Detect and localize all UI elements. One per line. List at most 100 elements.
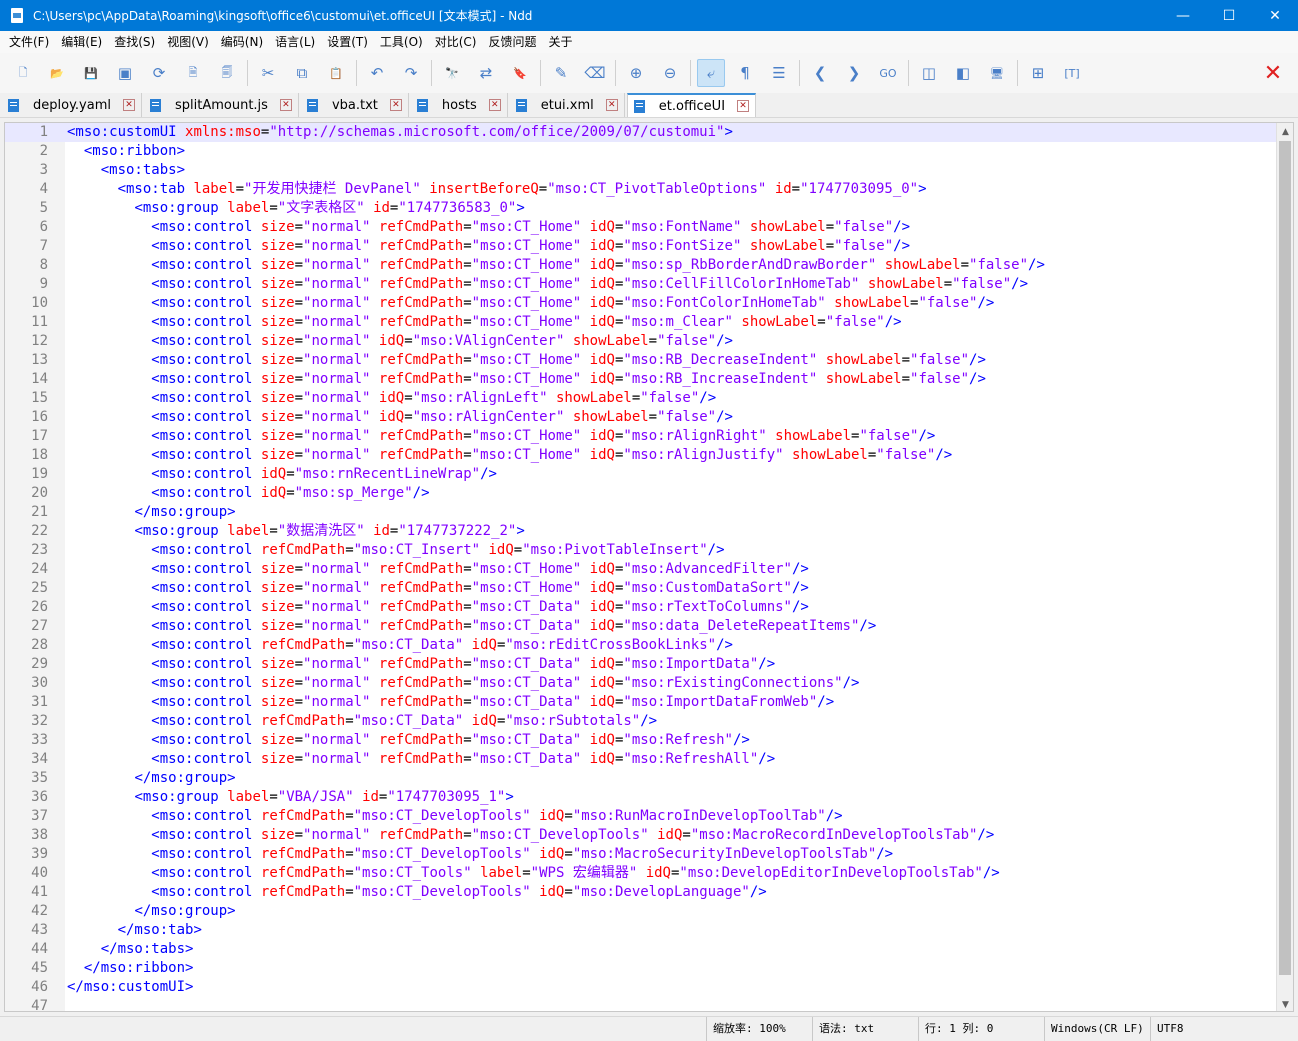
- reload-icon[interactable]: ⟳: [145, 59, 173, 87]
- tree-icon[interactable]: ⊞: [1024, 59, 1052, 87]
- code-line[interactable]: 13 <mso:control size="normal" refCmdPath…: [5, 351, 1277, 370]
- marker-icon[interactable]: ✎: [547, 59, 575, 87]
- save-icon[interactable]: 💾: [77, 59, 105, 87]
- code-line[interactable]: 19 <mso:control idQ="mso:rnRecentLineWra…: [5, 465, 1277, 484]
- redo-icon[interactable]: ↷: [397, 59, 425, 87]
- indent-guide-icon[interactable]: ☰: [765, 59, 793, 87]
- find-icon[interactable]: 🔭: [438, 59, 466, 87]
- menu-item-8[interactable]: 对比(C): [429, 31, 483, 53]
- code-line[interactable]: 5 <mso:group label="文字表格区" id="174773658…: [5, 199, 1277, 218]
- code-line[interactable]: 36 <mso:group label="VBA/JSA" id="174770…: [5, 788, 1277, 807]
- next-icon[interactable]: ❯: [840, 59, 868, 87]
- code-line[interactable]: 15 <mso:control size="normal" idQ="mso:r…: [5, 389, 1277, 408]
- code-line[interactable]: 43 </mso:tab>: [5, 921, 1277, 940]
- code-line[interactable]: 27 <mso:control size="normal" refCmdPath…: [5, 617, 1277, 636]
- menu-item-4[interactable]: 编码(N): [215, 31, 269, 53]
- show-symbols-icon[interactable]: ¶: [731, 59, 759, 87]
- file-tab[interactable]: splitAmount.js ✕: [143, 93, 299, 117]
- code-line[interactable]: 23 <mso:control refCmdPath="mso:CT_Inser…: [5, 541, 1277, 560]
- open-folder-icon[interactable]: 📂: [43, 59, 71, 87]
- menu-item-3[interactable]: 视图(V): [161, 31, 215, 53]
- close-file-icon[interactable]: 🗎: [179, 59, 207, 87]
- code-content[interactable]: 1 <mso:customUI xmlns:mso="http://schemas…: [5, 123, 1277, 1011]
- file-tab[interactable]: etui.xml ✕: [509, 93, 625, 117]
- code-line[interactable]: 37 <mso:control refCmdPath="mso:CT_Devel…: [5, 807, 1277, 826]
- code-line[interactable]: 45 </mso:ribbon>: [5, 959, 1277, 978]
- code-line[interactable]: 10 <mso:control size="normal" refCmdPath…: [5, 294, 1277, 313]
- code-line[interactable]: 3 <mso:tabs>: [5, 161, 1277, 180]
- code-line[interactable]: 33 <mso:control size="normal" refCmdPath…: [5, 731, 1277, 750]
- file-tab[interactable]: vba.txt ✕: [300, 93, 409, 117]
- code-line[interactable]: 1 <mso:customUI xmlns:mso="http://schemas…: [5, 123, 1277, 142]
- code-line[interactable]: 25 <mso:control size="normal" refCmdPath…: [5, 579, 1277, 598]
- code-line[interactable]: 31 <mso:control size="normal" refCmdPath…: [5, 693, 1277, 712]
- code-line[interactable]: 38 <mso:control size="normal" refCmdPath…: [5, 826, 1277, 845]
- clear-mark-icon[interactable]: ⌫: [581, 59, 609, 87]
- code-editor[interactable]: 1 <mso:customUI xmlns:mso="http://schemas…: [4, 122, 1294, 1012]
- menu-item-7[interactable]: 工具(O): [374, 31, 429, 53]
- menu-item-0[interactable]: 文件(F): [3, 31, 55, 53]
- tab-close-icon[interactable]: ✕: [605, 99, 618, 111]
- menu-item-9[interactable]: 反馈问题: [482, 31, 542, 53]
- code-line[interactable]: 7 <mso:control size="normal" refCmdPath=…: [5, 237, 1277, 256]
- code-line[interactable]: 26 <mso:control size="normal" refCmdPath…: [5, 598, 1277, 617]
- code-line[interactable]: 9 <mso:control size="normal" refCmdPath=…: [5, 275, 1277, 294]
- code-line[interactable]: 29 <mso:control size="normal" refCmdPath…: [5, 655, 1277, 674]
- code-line[interactable]: 20 <mso:control idQ="mso:sp_Merge"/>: [5, 484, 1277, 503]
- code-line[interactable]: 44 </mso:tabs>: [5, 940, 1277, 959]
- close-window-button[interactable]: ✕: [1252, 0, 1298, 31]
- code-line[interactable]: 40 <mso:control refCmdPath="mso:CT_Tools…: [5, 864, 1277, 883]
- split-view-icon[interactable]: ◧: [949, 59, 977, 87]
- menu-item-5[interactable]: 语言(L): [269, 31, 321, 53]
- prev-icon[interactable]: ❮: [806, 59, 834, 87]
- code-line[interactable]: 24 <mso:control size="normal" refCmdPath…: [5, 560, 1277, 579]
- code-line[interactable]: 11 <mso:control size="normal" refCmdPath…: [5, 313, 1277, 332]
- file-tab[interactable]: deploy.yaml ✕: [2, 93, 142, 117]
- file-tab[interactable]: hosts ✕: [410, 93, 508, 117]
- close-all-icon[interactable]: 🗐: [213, 59, 241, 87]
- code-line[interactable]: 18 <mso:control size="normal" refCmdPath…: [5, 446, 1277, 465]
- text-mode-icon[interactable]: [T]: [1058, 59, 1086, 87]
- code-line[interactable]: 34 <mso:control size="normal" refCmdPath…: [5, 750, 1277, 769]
- code-line[interactable]: 16 <mso:control size="normal" idQ="mso:r…: [5, 408, 1277, 427]
- tab-close-icon[interactable]: ✕: [737, 100, 750, 112]
- menu-item-1[interactable]: 编辑(E): [55, 31, 108, 53]
- new-file-icon[interactable]: 🗋: [9, 59, 37, 87]
- compare-icon[interactable]: ◫: [915, 59, 943, 87]
- menu-item-2[interactable]: 查找(S): [108, 31, 161, 53]
- code-line[interactable]: 8 <mso:control size="normal" refCmdPath=…: [5, 256, 1277, 275]
- code-line[interactable]: 30 <mso:control size="normal" refCmdPath…: [5, 674, 1277, 693]
- goto-icon[interactable]: GO: [874, 59, 902, 87]
- tab-close-icon[interactable]: ✕: [279, 99, 292, 111]
- code-line[interactable]: 35 </mso:group>: [5, 769, 1277, 788]
- tab-close-icon[interactable]: ✕: [389, 99, 402, 111]
- word-wrap-icon[interactable]: ⤶: [697, 59, 725, 87]
- code-line[interactable]: 41 <mso:control refCmdPath="mso:CT_Devel…: [5, 883, 1277, 902]
- scroll-down-icon[interactable]: ▼: [1277, 996, 1293, 1011]
- minimize-button[interactable]: —: [1160, 0, 1206, 31]
- scrollbar-thumb[interactable]: [1279, 141, 1291, 975]
- code-line[interactable]: 47: [5, 997, 1277, 1011]
- code-line[interactable]: 21 </mso:group>: [5, 503, 1277, 522]
- zoom-in-icon[interactable]: ⊕: [622, 59, 650, 87]
- undo-icon[interactable]: ↶: [363, 59, 391, 87]
- paste-icon[interactable]: 📋: [322, 59, 350, 87]
- close-panel-icon[interactable]: ✕: [1259, 59, 1287, 87]
- cut-icon[interactable]: ✂: [254, 59, 282, 87]
- code-line[interactable]: 28 <mso:control refCmdPath="mso:CT_Data"…: [5, 636, 1277, 655]
- replace-icon[interactable]: ⇄: [472, 59, 500, 87]
- code-line[interactable]: 22 <mso:group label="数据清洗区" id="17477372…: [5, 522, 1277, 541]
- tab-close-icon[interactable]: ✕: [488, 99, 501, 111]
- code-line[interactable]: 46 </mso:customUI>: [5, 978, 1277, 997]
- monitor-icon[interactable]: 🖥: [983, 59, 1011, 87]
- vertical-scrollbar[interactable]: ▲ ▼: [1276, 123, 1293, 1011]
- code-line[interactable]: 12 <mso:control size="normal" idQ="mso:V…: [5, 332, 1277, 351]
- code-line[interactable]: 6 <mso:control size="normal" refCmdPath=…: [5, 218, 1277, 237]
- code-line[interactable]: 14 <mso:control size="normal" refCmdPath…: [5, 370, 1277, 389]
- zoom-out-icon[interactable]: ⊖: [656, 59, 684, 87]
- code-line[interactable]: 39 <mso:control refCmdPath="mso:CT_Devel…: [5, 845, 1277, 864]
- save-all-icon[interactable]: ▣: [111, 59, 139, 87]
- code-line[interactable]: 42 </mso:group>: [5, 902, 1277, 921]
- maximize-button[interactable]: ☐: [1206, 0, 1252, 31]
- bookmark-icon[interactable]: 🔖: [506, 59, 534, 87]
